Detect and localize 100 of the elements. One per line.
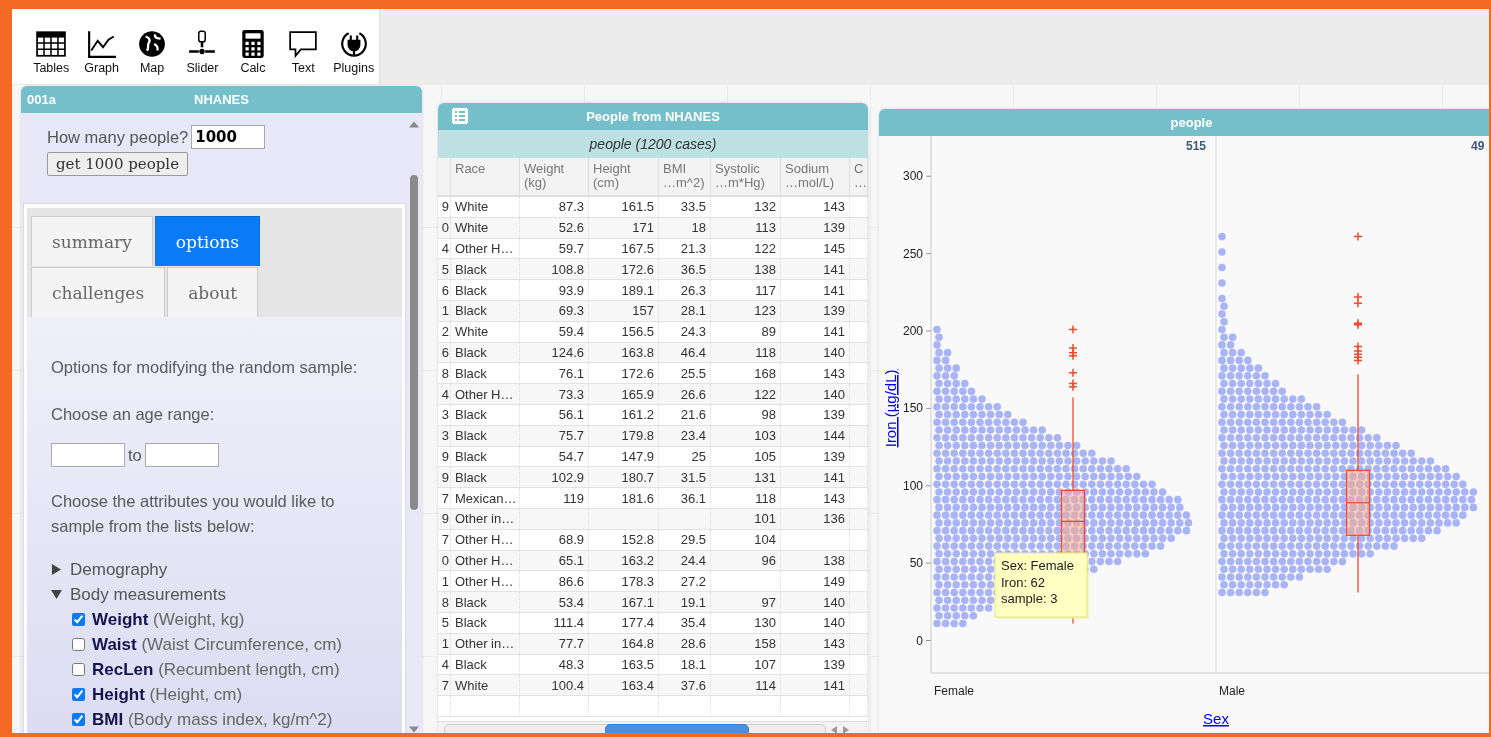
table-cell: 149 xyxy=(823,573,845,589)
table-cell: 178.3 xyxy=(621,573,654,589)
table-cell: 21.3 xyxy=(680,241,706,256)
table-cell: 141 xyxy=(823,261,845,277)
get-people-button[interactable]: get 1000 people xyxy=(47,152,188,176)
column-header[interactable]: Systolic …m*Hg) xyxy=(711,158,781,195)
scroll-right-icon[interactable] xyxy=(842,725,850,733)
table-cell: 163.5 xyxy=(621,656,654,672)
toolbar-button[interactable]: Map xyxy=(126,29,178,75)
table-cell: 93.9 xyxy=(558,282,584,298)
scroll-left-icon[interactable] xyxy=(830,725,838,733)
table-cell: 98 xyxy=(761,407,776,423)
table-cell: Black xyxy=(455,303,487,319)
table-cell: 140 xyxy=(823,386,845,402)
table-cell: Black xyxy=(455,365,487,381)
table-cell: 114 xyxy=(755,677,776,693)
scroll-up-icon[interactable] xyxy=(409,121,419,128)
tab[interactable]: challenges xyxy=(31,267,166,317)
axis-tick-label: 150 xyxy=(902,401,923,416)
right-triangle-icon xyxy=(51,564,62,575)
tab[interactable]: options xyxy=(154,216,261,266)
column-header[interactable]: Race xyxy=(451,158,520,195)
tooltip-text: sample: 3 xyxy=(1001,591,1058,606)
row-index: 1 xyxy=(441,573,449,589)
tab[interactable]: about xyxy=(167,267,259,317)
horizontal-scrollbar[interactable] xyxy=(438,720,868,733)
table-cell: 139 xyxy=(823,656,845,672)
scroll-down-icon[interactable] xyxy=(409,726,419,733)
attribute-checkbox[interactable] xyxy=(72,663,85,676)
toolbar-button[interactable]: Calc xyxy=(227,29,279,75)
attribute-checkbox[interactable] xyxy=(72,613,85,626)
row-index: 5 xyxy=(441,615,449,631)
table-cell: 24.4 xyxy=(680,552,706,568)
table-cell: 102.9 xyxy=(551,469,584,485)
table-cell: 75.7 xyxy=(558,428,584,444)
table-cell: Black xyxy=(455,469,487,485)
table-cell: 25.5 xyxy=(680,365,706,381)
row-index: 0 xyxy=(441,552,449,568)
attribute-label: BMI (Body mass index, kg/m^2) xyxy=(92,709,333,730)
column-header[interactable]: Weight (kg) xyxy=(520,158,589,195)
table-cell: 157 xyxy=(632,303,654,319)
table-cell: Other in… xyxy=(455,636,515,652)
table-cell: 68.9 xyxy=(558,532,584,548)
column-header[interactable]: BMI …m^2) xyxy=(659,158,711,195)
table-cell: 33.5 xyxy=(680,199,706,215)
table-cell: 36.1 xyxy=(680,490,706,506)
toolbar-button[interactable]: Graph xyxy=(76,29,127,75)
table-cell: 65.1 xyxy=(558,552,584,568)
row-index: 3 xyxy=(441,407,449,423)
table-cell: 37.6 xyxy=(680,677,706,693)
window-id: 001a xyxy=(27,92,56,107)
table-cell: 36.5 xyxy=(680,261,706,277)
age-from-field[interactable] xyxy=(51,443,125,467)
table-cell: 147.9 xyxy=(621,448,654,464)
attribute-checkbox[interactable] xyxy=(72,713,85,726)
age-to-field[interactable] xyxy=(144,443,219,467)
table-cell: 131 xyxy=(754,469,776,485)
row-index: 6 xyxy=(441,282,449,298)
axis-tick-label: 50 xyxy=(909,556,923,571)
tree-item[interactable]: Demography xyxy=(51,557,402,582)
scrollbar-thumb[interactable] xyxy=(605,723,749,733)
table-cell: Black xyxy=(455,407,487,423)
attribute-checkbox[interactable] xyxy=(72,638,85,651)
table-cell: 163.4 xyxy=(621,677,654,693)
column-header[interactable]: C … xyxy=(850,158,868,195)
table-cell: Other H… xyxy=(455,532,514,548)
table-cell: 105 xyxy=(754,448,776,464)
count-field[interactable]: 1000 xyxy=(191,125,266,149)
tree-item[interactable]: Body measurements xyxy=(51,582,402,607)
table-cell: 35.4 xyxy=(680,615,706,631)
column-header[interactable]: Sodium …mol/L) xyxy=(781,158,850,195)
table-cell: 139 xyxy=(823,220,845,236)
table-cell: 163.2 xyxy=(621,552,654,568)
toolbar-button[interactable]: Text xyxy=(278,29,329,75)
category-label: Male xyxy=(1219,684,1245,698)
case-count: 515 xyxy=(1186,139,1207,153)
column-header[interactable]: Height (cm) xyxy=(589,158,659,195)
table-cell: 59.4 xyxy=(558,324,584,340)
axis-tick-label: 200 xyxy=(902,324,923,338)
y-axis-label[interactable]: Iron (µg/dL) xyxy=(882,369,899,448)
line-chart-icon xyxy=(86,29,117,59)
table-cell: 161.2 xyxy=(621,407,654,423)
toolbar-button[interactable]: Plugins xyxy=(328,29,379,75)
scrollbar-thumb[interactable] xyxy=(410,175,418,510)
list-icon[interactable] xyxy=(452,108,468,124)
x-axis-label[interactable]: Sex xyxy=(1203,710,1229,727)
toolbar-button[interactable]: Slider xyxy=(177,29,228,75)
window-title: NHANES xyxy=(194,92,249,107)
attribute-checkbox[interactable] xyxy=(72,688,85,701)
tab[interactable]: summary xyxy=(31,216,153,266)
table-cell: 168 xyxy=(754,365,776,381)
table-cell: 180.7 xyxy=(621,469,654,485)
globe-icon xyxy=(137,29,168,59)
table-cell: 163.8 xyxy=(621,344,654,360)
table-cell: Black xyxy=(455,594,487,610)
table-cell: 108.8 xyxy=(551,261,584,277)
table-cell: Other H… xyxy=(455,386,514,402)
table-cell: 117 xyxy=(755,282,776,298)
row-index: 7 xyxy=(441,490,449,506)
toolbar-button[interactable]: Tables xyxy=(26,29,77,75)
